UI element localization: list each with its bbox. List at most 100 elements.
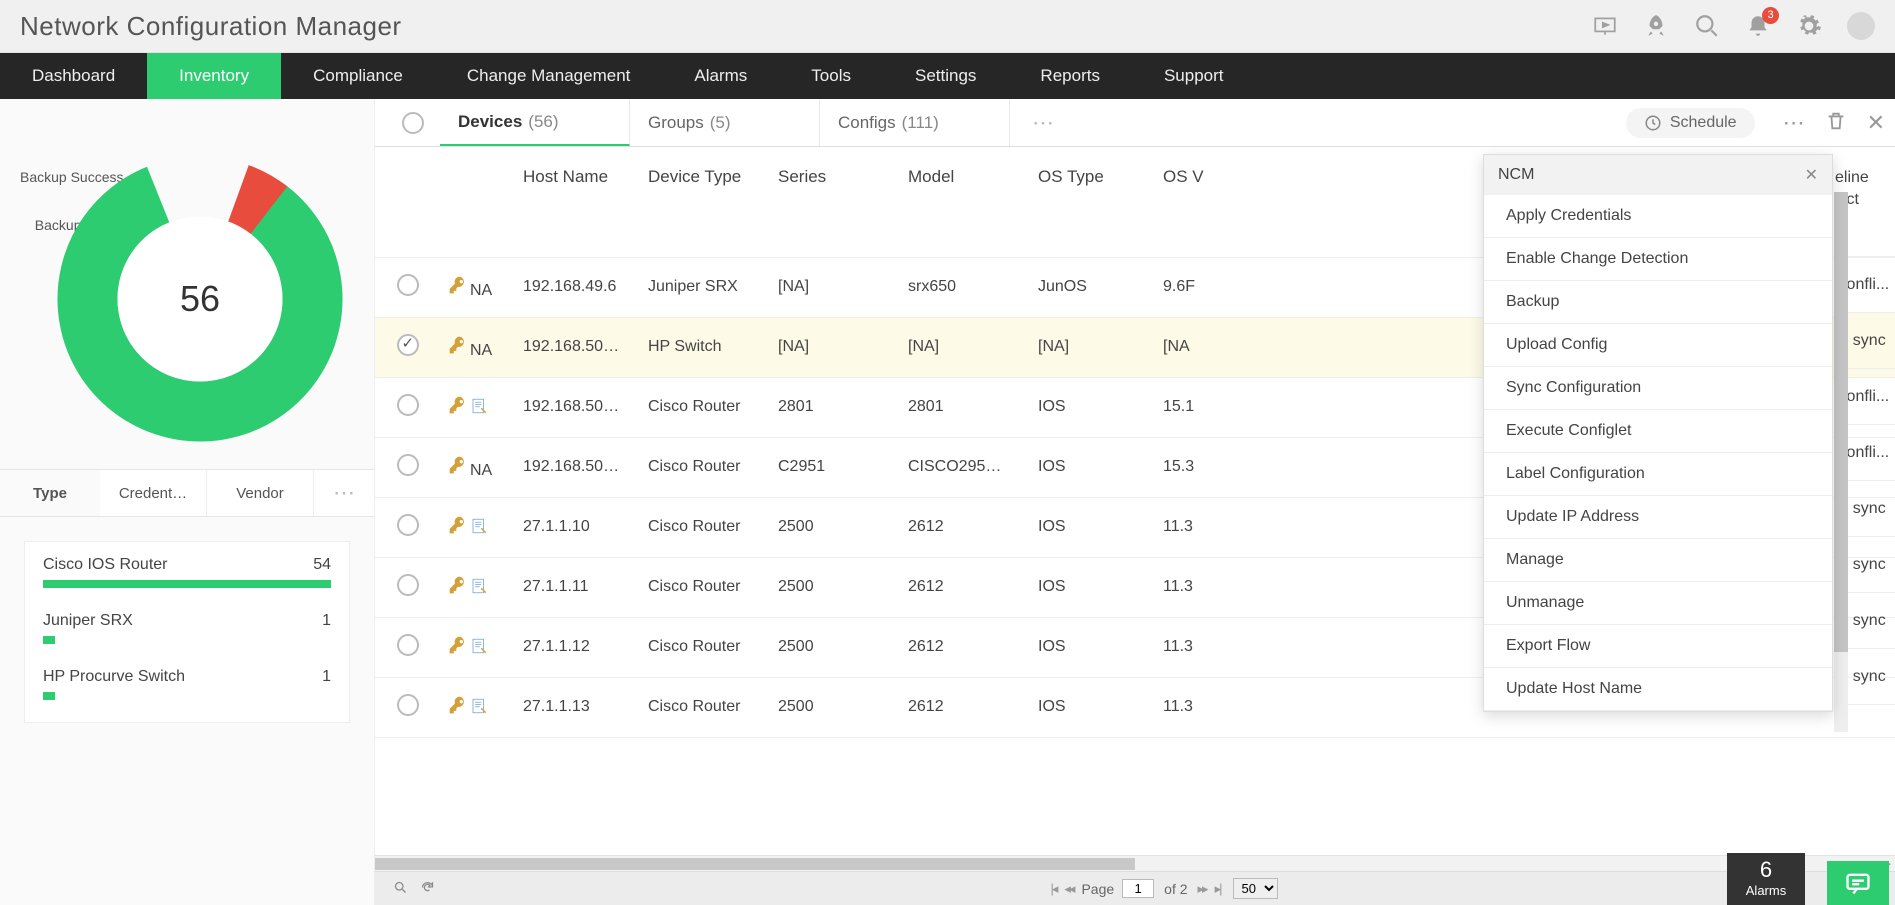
- filter-tab-vendor[interactable]: Vendor: [207, 470, 314, 516]
- cell-series: 2801: [770, 377, 900, 437]
- row-checkbox[interactable]: [397, 694, 419, 716]
- cell-osv: 15.1: [1155, 377, 1255, 437]
- cell-osv: 15.3: [1155, 437, 1255, 497]
- note-icon: [470, 517, 486, 533]
- footer-refresh-icon[interactable]: [414, 880, 441, 898]
- ncm-menu-item[interactable]: Unmanage: [1484, 582, 1832, 625]
- col-model[interactable]: Model: [900, 147, 1030, 257]
- cell-hostname: 192.168.50…: [515, 317, 640, 377]
- cell-osv: 11.3: [1155, 497, 1255, 557]
- pager-label: Page: [1081, 881, 1114, 897]
- ncm-menu-item[interactable]: Execute Configlet: [1484, 410, 1832, 453]
- close-icon[interactable]: ✕: [1857, 110, 1895, 136]
- cell-type: Cisco Router: [640, 557, 770, 617]
- ncm-menu-item[interactable]: Enable Change Detection: [1484, 238, 1832, 281]
- cell-hostname: 27.1.1.12: [515, 617, 640, 677]
- cell-os: IOS: [1030, 437, 1155, 497]
- subtabs-more-icon[interactable]: ⋯: [1010, 110, 1076, 136]
- subtab-groups[interactable]: Groups (5): [630, 99, 820, 146]
- ncm-menu-item[interactable]: Sync Configuration: [1484, 367, 1832, 410]
- row-checkbox[interactable]: [397, 634, 419, 656]
- nav-tab-compliance[interactable]: Compliance: [281, 53, 435, 99]
- ncm-menu-title: NCM: [1498, 166, 1534, 184]
- ncm-menu-item[interactable]: Label Configuration: [1484, 453, 1832, 496]
- search-icon[interactable]: [1694, 13, 1720, 39]
- pager-size-select[interactable]: 50: [1233, 878, 1278, 899]
- select-all-checkbox[interactable]: [402, 112, 424, 134]
- ncm-scrollbar[interactable]: [1834, 192, 1848, 732]
- nav-tab-reports[interactable]: Reports: [1008, 53, 1132, 99]
- type-item-cisco[interactable]: Cisco IOS Router 54: [25, 548, 349, 604]
- pager-page-input[interactable]: [1122, 879, 1154, 898]
- slideshow-icon[interactable]: [1592, 13, 1618, 39]
- cell-type: Cisco Router: [640, 677, 770, 737]
- type-item-hp[interactable]: HP Procurve Switch 1: [25, 660, 349, 716]
- nav-tab-alarms[interactable]: Alarms: [662, 53, 779, 99]
- pager-next[interactable]: ▸▸: [1194, 881, 1211, 897]
- cell-hostname: 192.168.50…: [515, 437, 640, 497]
- cell-model: 2612: [900, 497, 1030, 557]
- filter-tabs-more-icon[interactable]: ⋯: [314, 470, 374, 516]
- donut-chart: Backup Success Backup Failed 56: [0, 109, 374, 459]
- topbar: Network Configuration Manager 3: [0, 0, 1895, 53]
- bell-icon[interactable]: 3: [1745, 13, 1771, 39]
- nav-tab-dashboard[interactable]: Dashboard: [0, 53, 147, 99]
- ncm-menu-item[interactable]: Update IP Address: [1484, 496, 1832, 539]
- type-item-name: Juniper SRX: [43, 612, 133, 630]
- note-icon: [470, 697, 486, 713]
- nav-tab-settings[interactable]: Settings: [883, 53, 1008, 99]
- ncm-menu-item[interactable]: Manage: [1484, 539, 1832, 582]
- col-devicetype[interactable]: Device Type: [640, 147, 770, 257]
- nav-tab-support[interactable]: Support: [1132, 53, 1256, 99]
- filter-tab-credent[interactable]: Credent…: [100, 470, 207, 516]
- col-osv[interactable]: OS V: [1155, 147, 1255, 257]
- type-item-juniper[interactable]: Juniper SRX 1: [25, 604, 349, 660]
- ncm-menu-item[interactable]: Update Host Name: [1484, 668, 1832, 711]
- subtab-devices[interactable]: Devices (56): [440, 99, 630, 146]
- type-item-name: HP Procurve Switch: [43, 668, 185, 686]
- horizontal-scrollbar[interactable]: ◄ ►: [375, 855, 1895, 871]
- ncm-menu-item[interactable]: Upload Config: [1484, 324, 1832, 367]
- key-icon: [448, 635, 466, 653]
- cell-hostname: 192.168.49.6: [515, 257, 640, 317]
- pager-last[interactable]: ▸|: [1211, 881, 1225, 897]
- pager-first[interactable]: |◂: [1047, 881, 1061, 897]
- more-actions-icon[interactable]: ⋯: [1773, 110, 1815, 136]
- alarms-widget[interactable]: 6 Alarms: [1727, 853, 1805, 905]
- row-checkbox[interactable]: [397, 274, 419, 296]
- cell-hostname: 27.1.1.10: [515, 497, 640, 557]
- footer-search-icon[interactable]: [387, 880, 414, 898]
- rocket-icon[interactable]: [1643, 13, 1669, 39]
- col-series[interactable]: Series: [770, 147, 900, 257]
- nav-tab-change-management[interactable]: Change Management: [435, 53, 663, 99]
- ncm-menu-item[interactable]: Backup: [1484, 281, 1832, 324]
- ncm-menu-item[interactable]: Apply Credentials: [1484, 195, 1832, 238]
- nav-tab-inventory[interactable]: Inventory: [147, 53, 281, 99]
- row-checkbox[interactable]: [397, 394, 419, 416]
- schedule-button[interactable]: Schedule: [1626, 108, 1755, 138]
- row-checkbox[interactable]: [397, 514, 419, 536]
- col-hostname[interactable]: Host Name: [515, 147, 640, 257]
- nav-tab-tools[interactable]: Tools: [779, 53, 883, 99]
- type-item-count: 1: [322, 668, 331, 686]
- ncm-close-icon[interactable]: ✕: [1805, 165, 1818, 185]
- pager-total: of 2: [1164, 881, 1187, 897]
- pager-prev[interactable]: ◂◂: [1060, 881, 1077, 897]
- avatar[interactable]: [1847, 12, 1875, 40]
- cell-model: 2612: [900, 617, 1030, 677]
- ncm-menu-item[interactable]: Export Flow: [1484, 625, 1832, 668]
- gear-icon[interactable]: [1796, 13, 1822, 39]
- row-checkbox[interactable]: [397, 454, 419, 476]
- cell-osv: 9.6F: [1155, 257, 1255, 317]
- filter-tab-type[interactable]: Type: [0, 470, 100, 516]
- row-checkbox[interactable]: [397, 334, 419, 356]
- cell-model: 2612: [900, 677, 1030, 737]
- cell-os: IOS: [1030, 617, 1155, 677]
- app-title: Network Configuration Manager: [20, 11, 402, 42]
- row-checkbox[interactable]: [397, 574, 419, 596]
- cell-os: IOS: [1030, 497, 1155, 557]
- trash-icon[interactable]: [1815, 110, 1857, 135]
- chat-button[interactable]: [1827, 861, 1889, 905]
- subtab-configs[interactable]: Configs (111): [820, 99, 1010, 146]
- col-ostype[interactable]: OS Type: [1030, 147, 1155, 257]
